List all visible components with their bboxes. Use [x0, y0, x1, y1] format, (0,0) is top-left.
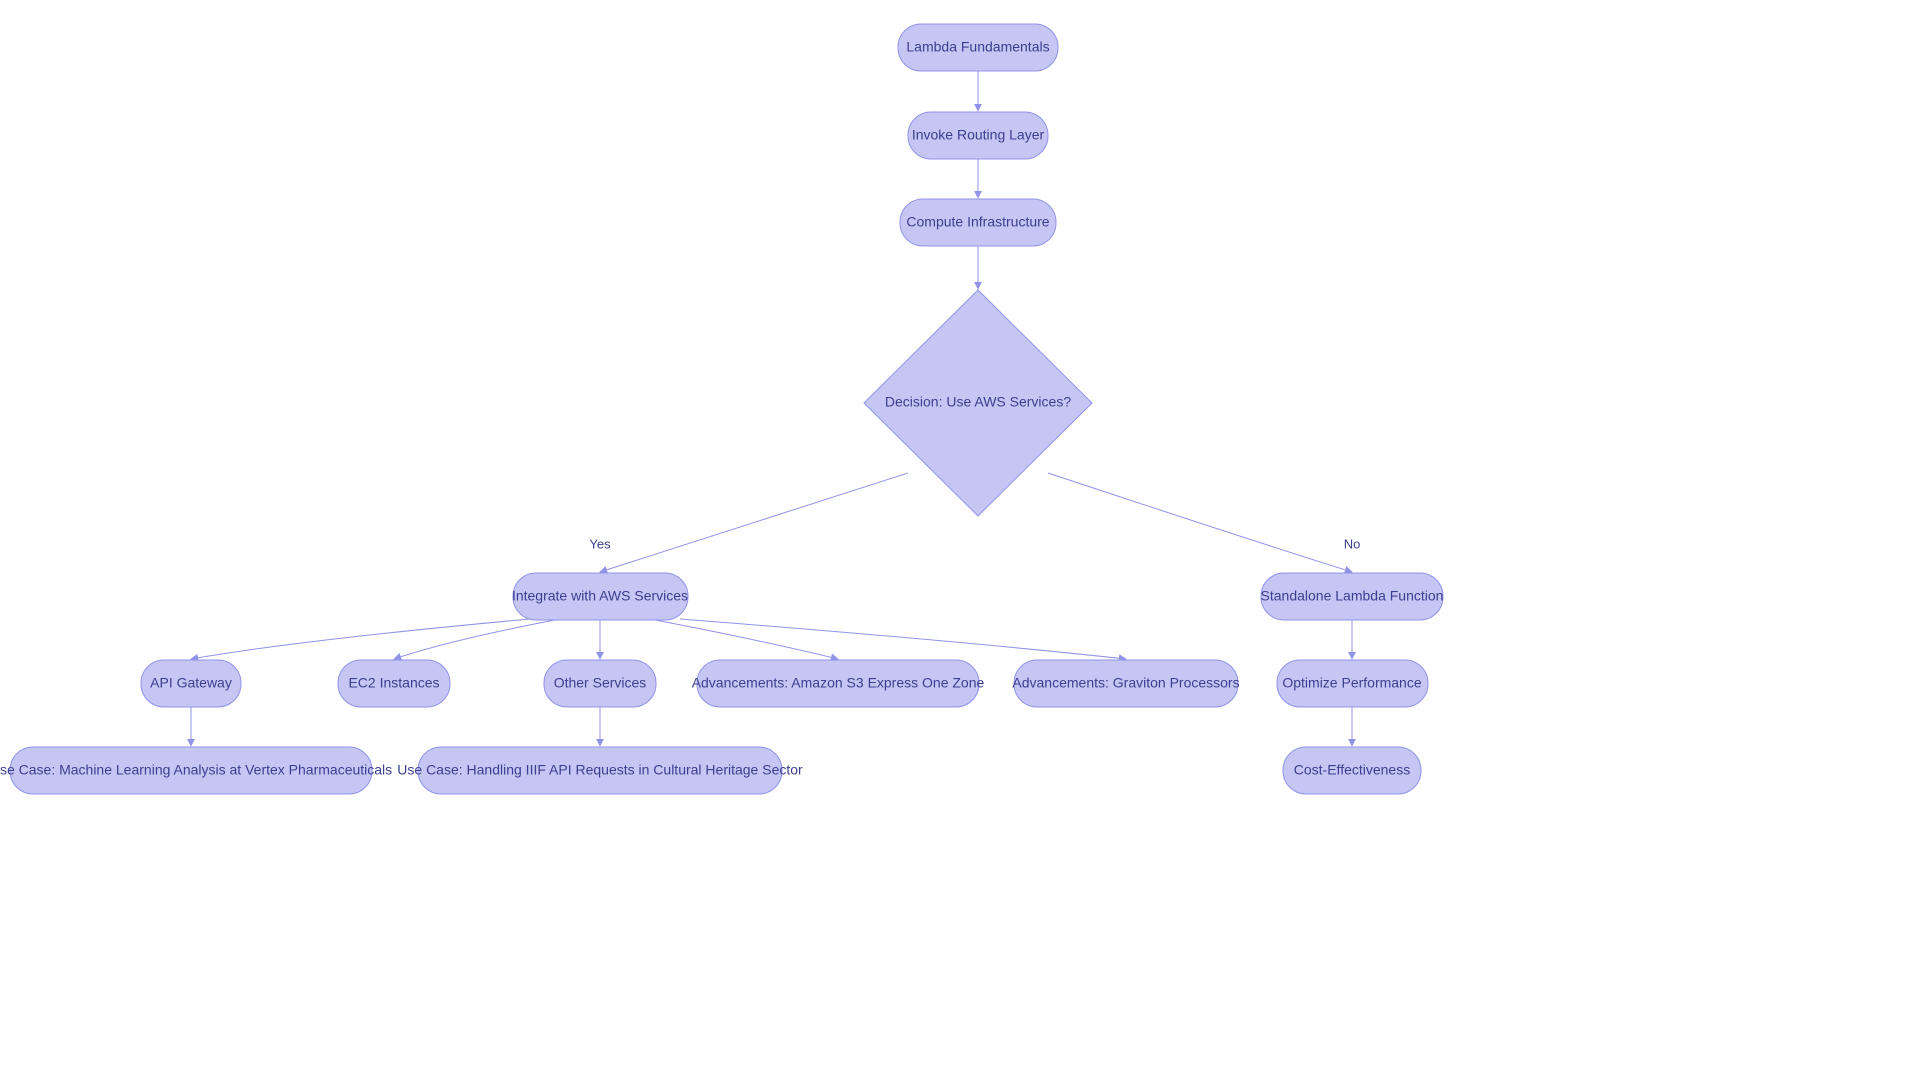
node-other-services: Other Services	[544, 660, 656, 707]
edge-label-no: No	[1344, 536, 1361, 551]
edge-label-yes: Yes	[589, 536, 611, 551]
edges: Yes No	[191, 71, 1360, 746]
node-invoke-routing-layer: Invoke Routing Layer	[908, 112, 1048, 159]
edge-n5-n7	[191, 619, 530, 659]
node-usecase-iiif: Use Case: Handling IIIF API Requests in …	[397, 747, 803, 794]
node-integrate-aws: Integrate with AWS Services	[512, 573, 688, 620]
svg-text:Invoke Routing Layer: Invoke Routing Layer	[912, 127, 1045, 143]
node-optimize-performance: Optimize Performance	[1277, 660, 1428, 707]
node-api-gateway: API Gateway	[141, 660, 241, 707]
svg-text:Advancements: Graviton Process: Advancements: Graviton Processors	[1012, 675, 1239, 691]
svg-text:Optimize Performance: Optimize Performance	[1282, 675, 1421, 691]
edge-n5-n11	[680, 619, 1126, 659]
node-cost-effectiveness: Cost-Effectiveness	[1283, 747, 1421, 794]
svg-text:Advancements: Amazon S3 Expres: Advancements: Amazon S3 Express One Zone	[692, 675, 985, 691]
svg-text:Decision: Use AWS Services?: Decision: Use AWS Services?	[885, 394, 1071, 410]
svg-text:Standalone Lambda Function: Standalone Lambda Function	[1261, 588, 1444, 604]
node-compute-infrastructure: Compute Infrastructure	[900, 199, 1056, 246]
node-usecase-vertex: Use Case: Machine Learning Analysis at V…	[0, 747, 392, 794]
svg-text:Compute Infrastructure: Compute Infrastructure	[906, 214, 1049, 230]
svg-text:Lambda Fundamentals: Lambda Fundamentals	[906, 39, 1049, 55]
node-ec2-instances: EC2 Instances	[338, 660, 450, 707]
edge-n5-n10	[650, 619, 838, 659]
edge-n4-n5	[600, 473, 908, 572]
edge-n5-n8	[394, 619, 560, 659]
node-graviton: Advancements: Graviton Processors	[1012, 660, 1239, 707]
node-decision: Decision: Use AWS Services?	[864, 290, 1092, 516]
svg-text:Integrate with AWS Services: Integrate with AWS Services	[512, 588, 688, 604]
svg-text:Other Services: Other Services	[554, 675, 647, 691]
node-standalone-lambda: Standalone Lambda Function	[1261, 573, 1444, 620]
edge-n4-n6	[1048, 473, 1352, 572]
node-lambda-fundamentals: Lambda Fundamentals	[898, 24, 1058, 71]
svg-text:Use Case: Handling IIIF API Re: Use Case: Handling IIIF API Requests in …	[397, 762, 803, 778]
svg-text:EC2 Instances: EC2 Instances	[348, 675, 439, 691]
svg-text:Use Case: Machine Learning Ana: Use Case: Machine Learning Analysis at V…	[0, 762, 392, 778]
node-s3-express: Advancements: Amazon S3 Express One Zone	[692, 660, 985, 707]
svg-text:Cost-Effectiveness: Cost-Effectiveness	[1294, 762, 1410, 778]
svg-text:API Gateway: API Gateway	[150, 675, 232, 691]
